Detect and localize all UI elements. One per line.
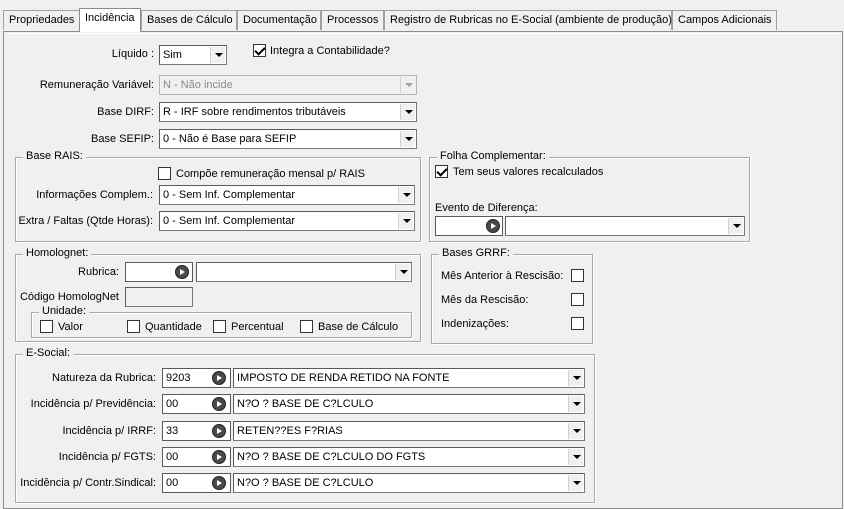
unidade-base-calculo-checkbox[interactable] <box>300 320 313 333</box>
evento-label: Evento de Diferença: <box>435 202 538 214</box>
base-dirf-label: Base DIRF: <box>97 106 154 118</box>
unidade-valor-checkbox[interactable] <box>40 320 53 333</box>
compoe-label: Compõe remuneração mensal p/ RAIS <box>176 168 365 180</box>
panel-divider <box>6 33 842 34</box>
info-compl-value: 0 - Sem Inf. Complementar <box>163 189 296 201</box>
unidade-percentual-checkbox[interactable] <box>213 320 226 333</box>
grrf-title: Bases GRRF: <box>439 247 513 259</box>
esocial-fgts-select[interactable]: N?O ? BASE DE C?LCULO DO FGTS <box>233 447 585 467</box>
chevron-down-icon[interactable] <box>398 187 413 203</box>
liquido-select[interactable]: Sim <box>159 45 227 65</box>
integra-checkbox[interactable] <box>253 44 266 57</box>
codigo-homolognet-input <box>125 287 193 307</box>
rubrica-select[interactable] <box>196 262 412 282</box>
grrf-indenizacoes-label: Indenizações: <box>441 318 509 330</box>
esocial-previdencia-select[interactable]: N?O ? BASE DE C?LCULO <box>233 394 585 414</box>
liquido-value: Sim <box>163 49 182 61</box>
unidade-quantidade-label: Quantidade <box>145 321 202 333</box>
tab-processos[interactable]: Processos <box>321 10 384 30</box>
grrf-mes-rescisao-checkbox[interactable] <box>571 293 584 306</box>
esocial-fgts-code-value: 00 <box>166 451 179 463</box>
esocial-title: E-Social: <box>23 347 74 359</box>
base-dirf-select[interactable]: R - IRF sobre rendimentos tributáveis <box>159 102 417 122</box>
esocial-sindical-label: Incidência p/ Contr.Sindical: <box>20 477 156 489</box>
esocial-natureza-select[interactable]: IMPOSTO DE RENDA RETIDO NA FONTE <box>233 368 585 388</box>
lookup-icon[interactable] <box>212 450 226 464</box>
unidade-valor-label: Valor <box>58 321 83 333</box>
rubrica-label: Rubrica: <box>78 266 119 278</box>
recalc-checkbox[interactable] <box>435 165 448 178</box>
chevron-down-icon[interactable] <box>210 47 225 63</box>
esocial-fgts-label: Incidência p/ FGTS: <box>58 451 156 463</box>
esocial-sindical-value: N?O ? BASE DE C?LCULO <box>237 477 374 489</box>
lookup-icon[interactable] <box>486 219 500 233</box>
grrf-mes-anterior-checkbox[interactable] <box>571 269 584 282</box>
chevron-down-icon[interactable] <box>568 370 583 386</box>
tab-registro-esocial[interactable]: Registro de Rubricas no E-Social (ambien… <box>384 10 672 30</box>
remuneracao-select: N - Não incide <box>159 75 417 95</box>
esocial-previdencia-label: Incidência p/ Previdência: <box>30 398 156 410</box>
unidade-title: Unidade: <box>39 305 90 317</box>
tab-propriedades[interactable]: Propriedades <box>3 10 80 30</box>
lookup-icon[interactable] <box>175 265 189 279</box>
base-sefip-label: Base SEFIP: <box>91 133 154 145</box>
unidade-quantidade-checkbox[interactable] <box>127 320 140 333</box>
chevron-down-icon <box>400 77 415 93</box>
lookup-icon[interactable] <box>212 476 226 490</box>
chevron-down-icon[interactable] <box>400 131 415 147</box>
chevron-down-icon[interactable] <box>568 475 583 491</box>
chevron-down-icon[interactable] <box>398 213 413 229</box>
evento-select[interactable] <box>505 216 745 236</box>
remuneracao-label: Remuneração Variável: <box>39 79 154 91</box>
base-sefip-select[interactable]: 0 - Não é Base para SEFIP <box>159 129 417 149</box>
extra-faltas-label: Extra / Faltas (Qtde Horas): <box>18 215 153 227</box>
grrf-mes-rescisao-label: Mês da Rescisão: <box>441 294 529 306</box>
chevron-down-icon[interactable] <box>395 264 410 280</box>
esocial-natureza-code-value: 9203 <box>166 372 191 384</box>
tab-campos-adicionais[interactable]: Campos Adicionais <box>672 10 777 30</box>
folha-title: Folha Complementar: <box>437 150 549 162</box>
chevron-down-icon[interactable] <box>728 218 743 234</box>
chevron-down-icon[interactable] <box>568 449 583 465</box>
chevron-down-icon[interactable] <box>400 104 415 120</box>
tab-bases-de-calculo[interactable]: Bases de Cálculo <box>141 10 237 30</box>
lookup-icon[interactable] <box>212 424 226 438</box>
esocial-sindical-select[interactable]: N?O ? BASE DE C?LCULO <box>233 473 585 493</box>
esocial-previdencia-code-value: 00 <box>166 398 179 410</box>
extra-faltas-value: 0 - Sem Inf. Complementar <box>163 215 296 227</box>
info-compl-select[interactable]: 0 - Sem Inf. Complementar <box>159 185 415 205</box>
homolognet-title: Homolognet: <box>23 247 92 259</box>
info-compl-label: Informações Complem.: <box>36 189 153 201</box>
esocial-natureza-label: Natureza da Rubrica: <box>52 372 156 384</box>
tab-incidencia[interactable]: Incidência <box>79 8 141 32</box>
unidade-percentual-label: Percentual <box>231 321 284 333</box>
grrf-indenizacoes-checkbox[interactable] <box>571 317 584 330</box>
esocial-irrf-label: Incidência p/ IRRF: <box>62 425 156 437</box>
chevron-down-icon[interactable] <box>568 396 583 412</box>
grrf-mes-anterior-label: Mês Anterior à Rescisão: <box>441 270 564 282</box>
esocial-sindical-code-value: 00 <box>166 477 179 489</box>
chevron-down-icon[interactable] <box>568 423 583 439</box>
extra-faltas-select[interactable]: 0 - Sem Inf. Complementar <box>159 211 415 231</box>
recalc-label: Tem seus valores recalculados <box>453 166 604 178</box>
esocial-irrf-value: RETEN??ES F?RIAS <box>237 425 343 437</box>
esocial-natureza-value: IMPOSTO DE RENDA RETIDO NA FONTE <box>237 372 450 384</box>
lookup-icon[interactable] <box>212 371 226 385</box>
esocial-irrf-select[interactable]: RETEN??ES F?RIAS <box>233 421 585 441</box>
tab-bar: Propriedades Incidência Bases de Cálculo… <box>0 0 844 32</box>
base-sefip-value: 0 - Não é Base para SEFIP <box>163 133 297 145</box>
esocial-previdencia-value: N?O ? BASE DE C?LCULO <box>237 398 374 410</box>
unidade-base-calculo-label: Base de Cálculo <box>318 321 399 333</box>
esocial-fgts-value: N?O ? BASE DE C?LCULO DO FGTS <box>237 451 426 463</box>
integra-label: Integra a Contabilidade? <box>270 45 390 57</box>
rais-title: Base RAIS: <box>23 150 86 162</box>
liquido-label: Líquido : <box>111 48 154 60</box>
lookup-icon[interactable] <box>212 397 226 411</box>
tab-documentacao[interactable]: Documentação <box>237 10 321 30</box>
esocial-irrf-code-value: 33 <box>166 425 179 437</box>
compoe-checkbox[interactable] <box>158 167 171 180</box>
codigo-homolognet-label: Código HomologNet <box>19 291 119 303</box>
base-dirf-value: R - IRF sobre rendimentos tributáveis <box>163 106 346 118</box>
remuneracao-value: N - Não incide <box>163 79 233 91</box>
